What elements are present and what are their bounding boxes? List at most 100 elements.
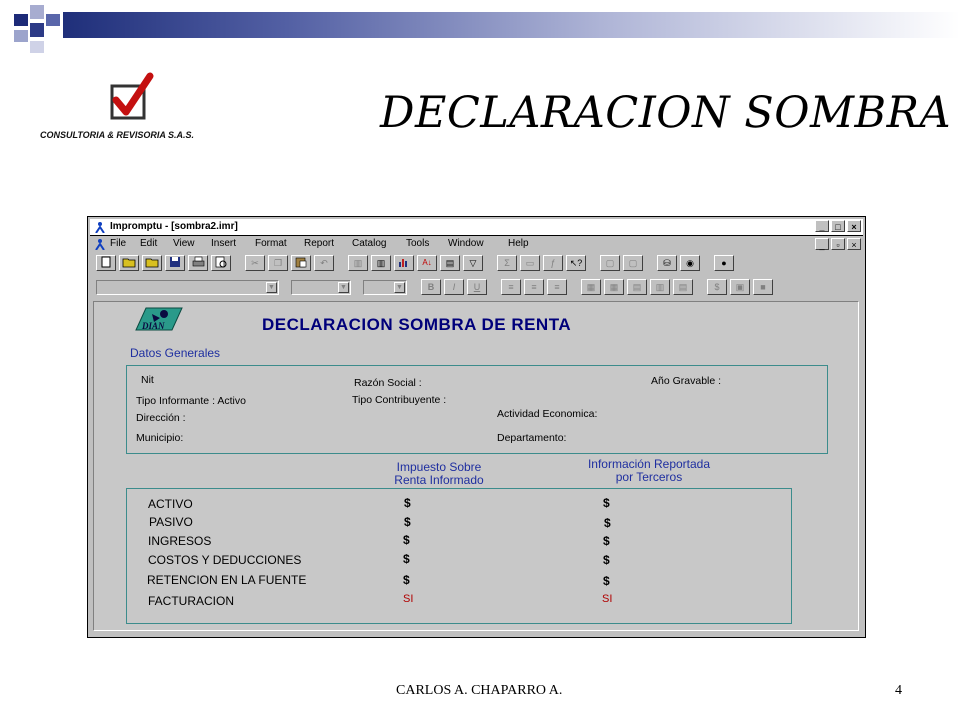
- paste-icon[interactable]: [291, 255, 311, 271]
- chart-icon[interactable]: [394, 255, 414, 271]
- doc-close-button[interactable]: ×: [847, 238, 861, 250]
- open-report-icon[interactable]: [142, 255, 162, 271]
- row-col2-value: $: [603, 574, 610, 588]
- col2-header-line2: por Terceros: [615, 470, 683, 484]
- frame2-icon[interactable]: ▢: [623, 255, 643, 271]
- list-icon[interactable]: ▥: [348, 255, 368, 271]
- row-col1-value: $: [404, 515, 411, 529]
- menu-format[interactable]: Format: [255, 236, 287, 252]
- row-col2-value: $: [604, 516, 611, 530]
- col1-header-line2: Renta Informado: [394, 473, 484, 487]
- save-icon[interactable]: [165, 255, 185, 271]
- border-icon[interactable]: ▣: [730, 279, 750, 295]
- columns-icon[interactable]: ▥: [371, 255, 391, 271]
- chevron-down-icon[interactable]: ▼: [394, 281, 405, 293]
- company-logo: CONSULTORIA & REVISORIA S.A.S.: [40, 72, 210, 147]
- report-canvas: DIAN DECLARACION SOMBRA DE RENTA Datos G…: [93, 301, 859, 631]
- row-label: COSTOS Y DEDUCCIONES: [148, 553, 302, 567]
- close-button[interactable]: ×: [847, 220, 861, 232]
- copy-icon[interactable]: ❐: [268, 255, 288, 271]
- minimize-button[interactable]: _: [815, 220, 829, 232]
- field-nit: Nit: [141, 374, 154, 386]
- layout5-icon[interactable]: ▤: [673, 279, 693, 295]
- camera-icon[interactable]: ◉: [680, 255, 700, 271]
- layout1-icon[interactable]: ▦: [581, 279, 601, 295]
- menu-insert[interactable]: Insert: [211, 236, 236, 252]
- report-title: DECLARACION SOMBRA DE RENTA: [262, 315, 572, 334]
- underline-button[interactable]: U: [467, 279, 487, 295]
- menu-tools[interactable]: Tools: [406, 236, 429, 252]
- row-label: INGRESOS: [148, 534, 212, 548]
- field-departamento: Departamento:: [497, 432, 567, 444]
- sum-icon[interactable]: Σ: [497, 255, 517, 271]
- menu-file[interactable]: File: [110, 236, 126, 252]
- decor-square: [14, 30, 28, 42]
- doc-restore-button[interactable]: ▫: [831, 238, 845, 250]
- slide-title: DECLARACION SOMBRA: [380, 88, 952, 138]
- chevron-down-icon[interactable]: ▼: [338, 281, 349, 293]
- menu-bar: File Edit View Insert Format Report Cata…: [90, 236, 863, 252]
- menu-catalog[interactable]: Catalog: [352, 236, 386, 252]
- window-titlebar[interactable]: Impromptu - [sombra2.imr] _ □ ×: [90, 219, 863, 236]
- general-data-box: Nit Razón Social : Año Gravable : Tipo I…: [126, 365, 828, 454]
- shade-icon[interactable]: ■: [753, 279, 773, 295]
- frame-icon[interactable]: ▢: [600, 255, 620, 271]
- document-icon[interactable]: [94, 238, 106, 250]
- maximize-button[interactable]: □: [831, 220, 845, 232]
- menu-report[interactable]: Report: [304, 236, 334, 252]
- preview-icon[interactable]: [211, 255, 231, 271]
- layout3-icon[interactable]: ▤: [627, 279, 647, 295]
- doc-minimize-button[interactable]: _: [815, 238, 829, 250]
- help-pointer-icon[interactable]: ↖?: [566, 255, 586, 271]
- checkmark-logo-icon: [110, 72, 154, 120]
- font-size-combo[interactable]: ▼: [291, 279, 351, 295]
- open-icon[interactable]: [119, 255, 139, 271]
- calculate-icon[interactable]: ▭: [520, 255, 540, 271]
- decor-square: [46, 14, 60, 26]
- field-direccion: Dirección :: [136, 412, 186, 424]
- sort-icon[interactable]: A↓: [417, 255, 437, 271]
- row-col2-value: $: [603, 553, 610, 567]
- page-number: 4: [895, 683, 902, 698]
- style-combo[interactable]: ▼: [363, 279, 407, 295]
- chevron-down-icon[interactable]: ▼: [266, 281, 277, 293]
- field-ano-gravable: Año Gravable :: [651, 375, 722, 387]
- footer-author: CARLOS A. CHAPARRO A.: [396, 683, 563, 698]
- format-toolbar: ▼ ▼ ▼ B I U ≡ ≡ ≡ ▦ ▦ ▤ ▥ ▤ $ ▣ ■: [96, 278, 773, 296]
- menu-help[interactable]: Help: [508, 236, 529, 252]
- filter-icon[interactable]: ▽: [463, 255, 483, 271]
- database-icon[interactable]: ⛁: [657, 255, 677, 271]
- italic-button[interactable]: I: [444, 279, 464, 295]
- dian-logo-text: DIAN: [141, 321, 165, 331]
- menu-edit[interactable]: Edit: [140, 236, 157, 252]
- new-icon[interactable]: [96, 255, 116, 271]
- row-col2-value: $: [603, 496, 610, 510]
- row-label: FACTURACION: [148, 594, 235, 608]
- field-razon-social: Razón Social :: [354, 377, 422, 389]
- group-icon[interactable]: ▤: [440, 255, 460, 271]
- align-center-icon[interactable]: ≡: [524, 279, 544, 295]
- menu-view[interactable]: View: [173, 236, 195, 252]
- row-col1-value: $: [403, 552, 410, 566]
- undo-icon[interactable]: ↶: [314, 255, 334, 271]
- layout2-icon[interactable]: ▦: [604, 279, 624, 295]
- tools-icon[interactable]: ●: [714, 255, 734, 271]
- function-icon[interactable]: ƒ: [543, 255, 563, 271]
- col2-header: Información Reportada por Terceros: [559, 458, 739, 484]
- currency-icon[interactable]: $: [707, 279, 727, 295]
- impromptu-app-icon: [95, 222, 105, 233]
- align-left-icon[interactable]: ≡: [501, 279, 521, 295]
- layout4-icon[interactable]: ▥: [650, 279, 670, 295]
- decor-square: [14, 14, 28, 26]
- bold-button[interactable]: B: [421, 279, 441, 295]
- menu-window[interactable]: Window: [448, 236, 484, 252]
- row-col2-value: $: [603, 534, 610, 548]
- font-name-combo[interactable]: ▼: [96, 279, 279, 295]
- align-right-icon[interactable]: ≡: [547, 279, 567, 295]
- row-col1-value: $: [403, 533, 410, 547]
- field-tipo-informante: Tipo Informante : Activo: [136, 395, 246, 407]
- cut-icon[interactable]: ✂: [245, 255, 265, 271]
- row-label: PASIVO: [149, 515, 193, 529]
- print-icon[interactable]: [188, 255, 208, 271]
- dian-logo-icon: DIAN: [134, 306, 184, 332]
